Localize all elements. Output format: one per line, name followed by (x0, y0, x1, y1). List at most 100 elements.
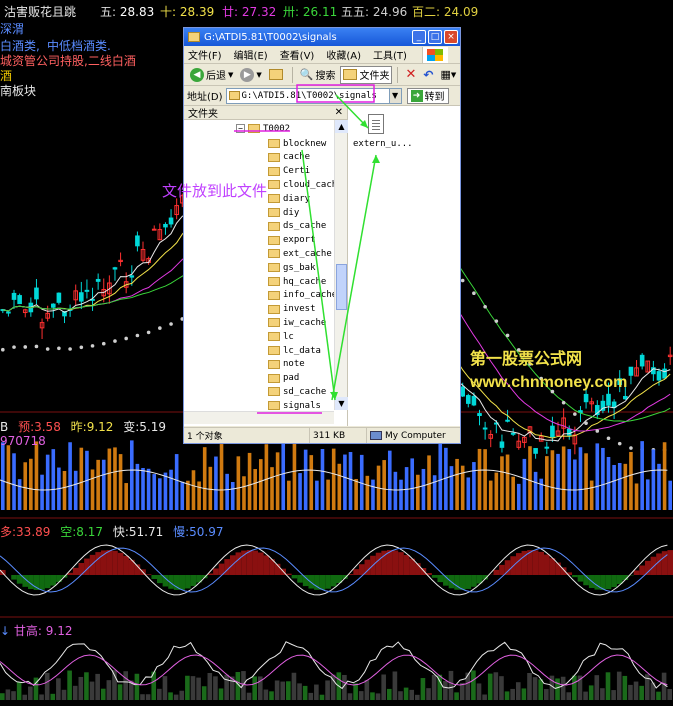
volume-bar (416, 474, 420, 510)
ma-dot (539, 376, 544, 381)
volume-bar (371, 479, 375, 510)
volume-bar (365, 475, 370, 510)
address-dropdown-icon[interactable]: ▼ (388, 88, 401, 103)
folder-tree-pane: 文件夹 ✕ −T0002 blocknewcacheCerticloud_cach… (184, 106, 348, 426)
volume-bar (354, 478, 358, 510)
volume-bar (146, 468, 151, 510)
volume-bar (17, 479, 22, 510)
ind3-bar (140, 694, 145, 700)
ind3-bar (308, 692, 314, 700)
volume-bar (281, 440, 286, 510)
volume-bar (40, 474, 44, 510)
menu-tools[interactable]: 工具(T) (373, 47, 407, 62)
ma-dot (573, 412, 577, 416)
osc-area (112, 550, 118, 575)
scroll-thumb[interactable] (336, 264, 347, 310)
ind3-bar (616, 671, 622, 700)
tree-node-certi[interactable]: Certi (268, 165, 310, 178)
tree-node-info-cache[interactable]: info_cache (268, 289, 334, 302)
tree-node-hq-cache[interactable]: hq_cache (268, 275, 326, 288)
volume-bar (483, 449, 487, 510)
ma-dot (584, 421, 588, 425)
scroll-down-icon[interactable]: ▼ (335, 397, 348, 410)
ind3-bar (185, 675, 190, 700)
folder-icon (188, 32, 200, 42)
volume-bar (511, 476, 515, 510)
note-6: 南板块 (0, 84, 37, 98)
tree-node-sd-cache[interactable]: sd_cache (268, 385, 326, 398)
ind3-bar (667, 689, 672, 700)
volume-bar (320, 449, 325, 510)
tree-node-diy[interactable]: diy (268, 206, 299, 219)
tree-node-pad[interactable]: pad (268, 372, 299, 385)
tree-node-cloud-cache[interactable]: cloud_cache (268, 178, 334, 191)
volume-bar (331, 448, 336, 510)
undo-button[interactable]: ↶ (421, 66, 435, 84)
tree-node-signals[interactable]: signals (268, 399, 321, 410)
folder-icon (248, 124, 260, 133)
ind3-bar (319, 694, 325, 700)
candle-body (477, 413, 482, 416)
go-button[interactable]: ➜ 转到 (406, 87, 449, 104)
ind3-bar (454, 692, 459, 700)
close-button[interactable]: × (444, 30, 458, 44)
tree-node-root[interactable]: − T0002 (236, 122, 290, 135)
tree-node-note[interactable]: note (268, 358, 305, 371)
ind3-bar (594, 675, 600, 700)
tree-node-ds-cache[interactable]: ds_cache (268, 220, 326, 233)
tree-node-diary[interactable]: diary (268, 192, 310, 205)
tree-vertical-scrollbar[interactable]: ▲ ▼ (334, 120, 348, 410)
windows-logo-icon (422, 46, 448, 63)
candle-body (656, 371, 662, 381)
folders-button[interactable]: 文件夹 (340, 65, 393, 84)
osc-area (50, 575, 57, 586)
collapse-icon[interactable]: − (236, 124, 245, 133)
tree-node-export[interactable]: export (268, 234, 316, 247)
ind3-bar (11, 691, 16, 700)
window-titlebar[interactable]: G:\ATDI5.81\T0002\signals _ □ × (184, 28, 460, 46)
menu-edit[interactable]: 编辑(E) (234, 47, 268, 62)
tree-horizontal-scrollbar[interactable] (184, 411, 334, 424)
views-button[interactable]: ▦ ▼ (438, 66, 458, 84)
tree-node-lc-data[interactable]: lc_data (268, 344, 321, 357)
osc-area (532, 550, 539, 575)
tree-node-gs-bak[interactable]: gs_bak (268, 261, 316, 274)
explorer-window[interactable]: G:\ATDI5.81\T0002\signals _ □ × 文件(F) 编辑… (183, 27, 461, 444)
address-input[interactable]: G:\ATDI5.81\T0002\signals ▼ (225, 87, 402, 104)
file-icon[interactable] (368, 114, 384, 134)
up-button[interactable] (267, 66, 287, 84)
file-name[interactable]: extern_u... (353, 139, 413, 149)
volume-bar (449, 466, 454, 510)
tree-node-ext-cache[interactable]: ext_cache (268, 247, 332, 260)
ind3-bar (291, 672, 297, 700)
volume-bar (668, 480, 672, 510)
volume-bar (309, 455, 314, 510)
ind3-bar (487, 673, 493, 700)
scroll-up-icon[interactable]: ▲ (335, 120, 348, 133)
ind3-bar (633, 681, 639, 700)
menu-favorites[interactable]: 收藏(A) (326, 47, 361, 62)
delete-button[interactable]: ✕ (403, 66, 418, 84)
volume-bar (595, 443, 600, 510)
tree-node-invest[interactable]: invest (268, 303, 316, 316)
menu-view[interactable]: 查看(V) (280, 47, 315, 62)
minimize-button[interactable]: _ (412, 30, 426, 44)
candle-body (550, 425, 555, 438)
volume-bar (421, 468, 426, 510)
ind3-bar (358, 691, 364, 700)
osc-area (72, 567, 79, 575)
close-pane-icon[interactable]: ✕ (335, 107, 343, 118)
tree-node-cache[interactable]: cache (268, 151, 310, 164)
forward-button[interactable]: ▶ ▼ (238, 66, 263, 84)
search-button[interactable]: 🔍 搜索 (298, 66, 338, 84)
maximize-button[interactable]: □ (428, 30, 442, 44)
tree-node-iw-cache[interactable]: iw_cache (268, 316, 326, 329)
back-button[interactable]: ◀ 后退 ▼ (188, 66, 235, 84)
osc-area (515, 553, 522, 575)
folder-icon (268, 318, 280, 328)
tree-node-blocknew[interactable]: blocknew (268, 137, 326, 150)
menu-file[interactable]: 文件(F) (188, 47, 222, 62)
ind3-bar (347, 693, 353, 700)
tree-node-lc[interactable]: lc (268, 330, 294, 343)
volume-bar (197, 481, 201, 510)
